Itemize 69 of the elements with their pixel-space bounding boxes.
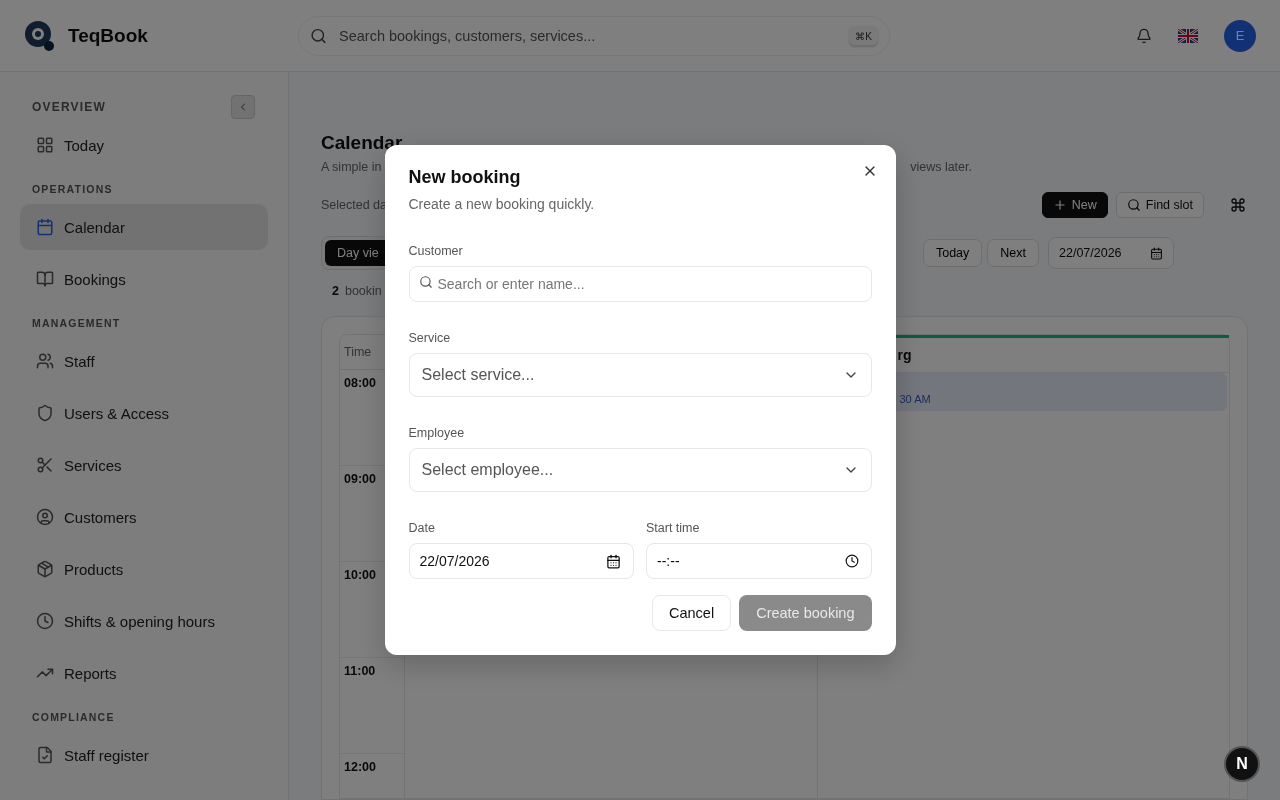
date-field[interactable]: 22/07/2026 <box>408 543 634 579</box>
page-subtitle: views later. <box>910 160 972 174</box>
field-label: Date <box>408 521 436 535</box>
clock-icon <box>36 612 54 630</box>
sidebar-item[interactable]: Calendar <box>20 204 268 250</box>
hour-label: 09:00 <box>344 472 376 486</box>
search-icon <box>1126 198 1141 212</box>
package-icon <box>36 560 54 578</box>
calendar-icon <box>36 218 54 236</box>
sidebar-item[interactable]: Shifts & opening hours <box>20 598 268 644</box>
employee-select[interactable]: Select employee... <box>408 448 872 492</box>
scissors-icon <box>36 456 54 474</box>
dialog-title: New booking <box>408 167 522 188</box>
nav-button[interactable]: Next <box>987 239 1039 267</box>
section-title: MANAGEMENT <box>32 317 121 329</box>
section-title: OVERVIEW <box>32 100 107 114</box>
app-name: TeqBook <box>68 24 149 47</box>
cancel-button[interactable]: Cancel <box>652 595 732 631</box>
page-title: Calendar <box>321 132 404 154</box>
sidebar-item[interactable]: Reports <box>20 650 268 696</box>
sidebar-item[interactable]: Services <box>20 442 268 488</box>
hour-label: 11:00 <box>344 664 376 678</box>
sidebar-item[interactable]: Products <box>20 546 268 592</box>
date-field[interactable]: 22/07/2026 <box>1048 237 1174 269</box>
shield-icon <box>36 404 54 422</box>
sidebar-item[interactable]: Bookings <box>20 256 268 302</box>
plus-icon <box>1052 198 1067 212</box>
sidebar-item[interactable]: Customers <box>20 494 268 540</box>
hour-label: 12:00 <box>344 760 376 774</box>
clock-icon <box>844 554 859 568</box>
booking-count: 2 <box>332 284 339 298</box>
nav-button[interactable]: Today <box>922 239 983 267</box>
book-icon <box>36 270 54 288</box>
user-circle-icon <box>36 508 54 526</box>
sidebar-item[interactable]: Staff register <box>20 732 268 778</box>
booking-count-label: bookin <box>344 284 382 298</box>
calendar-icon <box>1150 246 1163 260</box>
time-header: Time <box>344 345 372 359</box>
users-icon <box>36 352 54 370</box>
page-subtitle: A simple in <box>321 160 382 174</box>
customer-search-field[interactable]: Search or enter name... <box>408 266 872 302</box>
field-label: Service <box>408 331 452 345</box>
bell-icon[interactable] <box>1136 27 1152 44</box>
logo-icon <box>24 19 56 52</box>
section-title: COMPLIANCE <box>32 711 115 723</box>
hour-label: 08:00 <box>344 376 376 390</box>
grid-icon <box>36 136 54 154</box>
time-field[interactable]: --:-- <box>646 543 872 579</box>
calendar-icon <box>606 553 621 569</box>
sidebar-item[interactable]: Staff <box>20 338 268 384</box>
hour-label: 10:00 <box>344 568 376 582</box>
field-label: Employee <box>408 426 466 440</box>
search-icon <box>418 275 433 289</box>
service-select[interactable]: Select service... <box>408 353 872 397</box>
section-title: OPERATIONS <box>32 183 113 195</box>
search-icon <box>310 27 327 44</box>
file-check-icon <box>36 746 54 764</box>
command-icon[interactable] <box>1230 197 1246 213</box>
find-slot-button[interactable]: Find slot <box>1115 192 1204 218</box>
field-label: Start time <box>646 521 701 535</box>
flag-icon[interactable] <box>1178 28 1198 43</box>
dialog-subtitle: Create a new booking quickly. <box>408 196 596 212</box>
column-header: rg <box>897 347 912 363</box>
avatar[interactable]: E <box>1224 19 1256 52</box>
sidebar-item[interactable]: Today <box>20 122 268 168</box>
field-label: Customer <box>408 244 464 258</box>
sidebar-item[interactable]: Users & Access <box>20 390 268 436</box>
new-button[interactable]: New <box>1041 192 1108 218</box>
shortcut-hint: ⌘K <box>849 26 878 45</box>
